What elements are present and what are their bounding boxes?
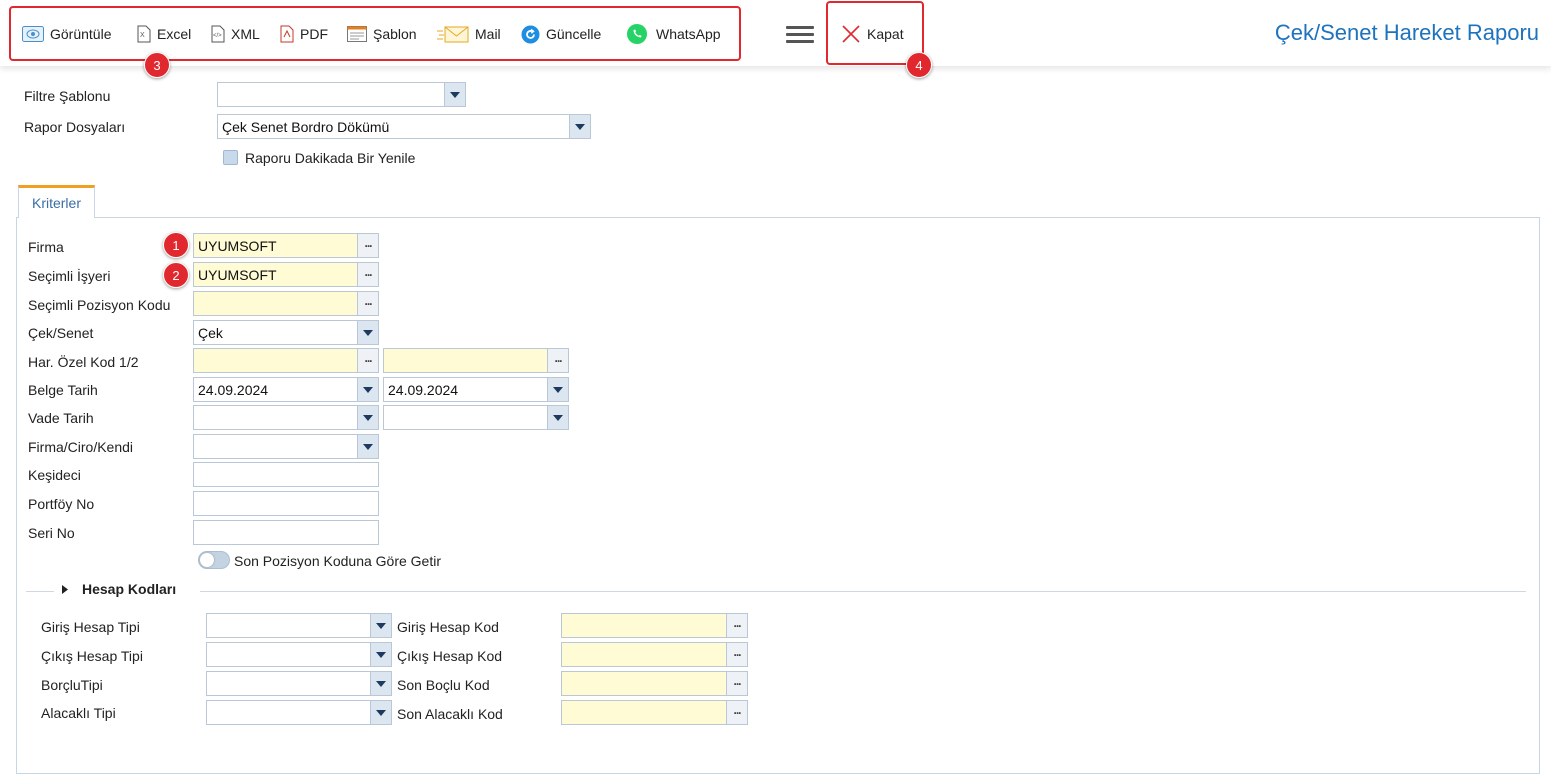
- ellipsis-icon[interactable]: ...: [357, 348, 379, 373]
- ellipsis-icon[interactable]: ...: [547, 348, 569, 373]
- giris-tipi-select[interactable]: [206, 613, 392, 638]
- ellipsis-icon[interactable]: ...: [726, 671, 748, 696]
- ellipsis-icon[interactable]: ...: [357, 262, 379, 287]
- filter-template-select[interactable]: [217, 82, 466, 107]
- caret-right-icon: [62, 584, 68, 594]
- alacakli-tipi-label: Alacaklı Tipi: [41, 705, 116, 721]
- son-alacakli-field[interactable]: ...: [561, 700, 748, 725]
- belge-tarih-label: Belge Tarih: [28, 382, 98, 398]
- firma-field[interactable]: UYUMSOFT ...: [193, 233, 379, 258]
- toggle-knob: [200, 553, 214, 567]
- firma-label: Firma: [28, 239, 64, 255]
- ozelkod2-field[interactable]: ...: [383, 348, 569, 373]
- portfoy-label: Portföy No: [28, 496, 95, 512]
- hesap-section-toggle[interactable]: Hesap Kodları: [62, 581, 176, 597]
- annotation-badge-1: 1: [163, 232, 189, 258]
- cikis-kod-field[interactable]: ...: [561, 642, 748, 667]
- belge-tarih-from-value: 24.09.2024: [198, 381, 269, 398]
- kesideci-field[interactable]: [193, 462, 379, 487]
- son-pozisyon-toggle[interactable]: [198, 551, 230, 569]
- belge-tarih-to-value: 24.09.2024: [388, 381, 459, 398]
- cikis-kod-label: Çıkış Hesap Kod: [397, 648, 503, 664]
- section-divider-right: [200, 591, 1526, 592]
- report-files-select[interactable]: Çek Senet Bordro Dökümü: [217, 114, 591, 139]
- ciro-select[interactable]: [193, 434, 379, 459]
- tab-kriterler[interactable]: Kriterler: [18, 185, 95, 218]
- belge-tarih-from-field[interactable]: 24.09.2024: [193, 377, 379, 402]
- ceksenet-select[interactable]: Çek: [193, 320, 379, 345]
- seri-label: Seri No: [28, 525, 75, 541]
- annotation-badge-2: 2: [163, 262, 189, 288]
- dropdown-arrow-icon[interactable]: [444, 82, 466, 107]
- ceksenet-label: Çek/Senet: [28, 325, 94, 341]
- vade-tarih-to-field[interactable]: [383, 405, 569, 430]
- borclu-tipi-label: BorçluTipi: [41, 677, 103, 693]
- ellipsis-icon[interactable]: ...: [726, 613, 748, 638]
- alacakli-tipi-select[interactable]: [206, 700, 392, 725]
- firma-value: UYUMSOFT: [198, 237, 277, 254]
- son-pozisyon-label: Son Pozisyon Koduna Göre Getir: [234, 553, 442, 569]
- giris-kod-field[interactable]: ...: [561, 613, 748, 638]
- pozisyon-field[interactable]: ...: [193, 291, 379, 316]
- son-borclu-label: Son Boçlu Kod: [397, 677, 490, 693]
- giris-tipi-label: Giriş Hesap Tipi: [41, 619, 140, 635]
- dropdown-arrow-icon[interactable]: [357, 434, 379, 459]
- hesap-section-label: Hesap Kodları: [82, 581, 177, 597]
- portfoy-field[interactable]: [193, 491, 379, 516]
- report-files-label: Rapor Dosyaları: [24, 119, 126, 135]
- son-borclu-field[interactable]: ...: [561, 671, 748, 696]
- report-files-value: Çek Senet Bordro Dökümü: [222, 118, 390, 135]
- isyeri-value: UYUMSOFT: [198, 266, 277, 283]
- dropdown-arrow-icon[interactable]: [370, 642, 392, 667]
- page-title: Çek/Senet Hareket Raporu: [1274, 20, 1539, 45]
- ciro-label: Firma/Ciro/Kendi: [28, 439, 134, 455]
- isyeri-label: Seçimli İşyeri: [28, 268, 111, 284]
- borclu-tipi-select[interactable]: [206, 671, 392, 696]
- vade-tarih-from-field[interactable]: [193, 405, 379, 430]
- ellipsis-icon[interactable]: ...: [357, 233, 379, 258]
- ellipsis-icon[interactable]: ...: [357, 291, 379, 316]
- dropdown-arrow-icon[interactable]: [370, 671, 392, 696]
- ellipsis-icon[interactable]: ...: [726, 642, 748, 667]
- tab-kriterler-label: Kriterler: [31, 195, 81, 211]
- dropdown-arrow-icon[interactable]: [370, 613, 392, 638]
- ellipsis-icon[interactable]: ...: [726, 700, 748, 725]
- annotation-badge-3: 3: [144, 52, 170, 78]
- cikis-tipi-select[interactable]: [206, 642, 392, 667]
- son-alacakli-label: Son Alacaklı Kod: [397, 706, 503, 722]
- dropdown-arrow-icon[interactable]: [357, 320, 379, 345]
- menu-icon[interactable]: [786, 25, 814, 45]
- pozisyon-label: Seçimli Pozisyon Kodu: [28, 297, 171, 313]
- ceksenet-value: Çek: [198, 324, 223, 341]
- ozelkod1-field[interactable]: ...: [193, 348, 379, 373]
- filter-template-label: Filtre Şablonu: [24, 88, 111, 104]
- dropdown-arrow-icon[interactable]: [547, 405, 569, 430]
- dropdown-arrow-icon[interactable]: [357, 377, 379, 402]
- toolbar-highlight-box: [9, 6, 741, 61]
- section-divider-left: [26, 591, 54, 592]
- ozelkod-label: Har. Özel Kod 1/2: [28, 354, 139, 370]
- auto-refresh-checkbox[interactable]: [223, 150, 238, 165]
- seri-field[interactable]: [193, 520, 379, 545]
- dropdown-arrow-icon[interactable]: [547, 377, 569, 402]
- cikis-tipi-label: Çıkış Hesap Tipi: [41, 648, 143, 664]
- annotation-badge-4: 4: [906, 52, 932, 78]
- isyeri-field[interactable]: UYUMSOFT ...: [193, 262, 379, 287]
- auto-refresh-label: Raporu Dakikada Bir Yenile: [245, 150, 416, 166]
- kesideci-label: Keşideci: [28, 467, 81, 483]
- dropdown-arrow-icon[interactable]: [357, 405, 379, 430]
- belge-tarih-to-field[interactable]: 24.09.2024: [383, 377, 569, 402]
- dropdown-arrow-icon[interactable]: [370, 700, 392, 725]
- dropdown-arrow-icon[interactable]: [569, 114, 591, 139]
- giris-kod-label: Giriş Hesap Kod: [397, 619, 499, 635]
- vade-tarih-label: Vade Tarih: [28, 410, 94, 426]
